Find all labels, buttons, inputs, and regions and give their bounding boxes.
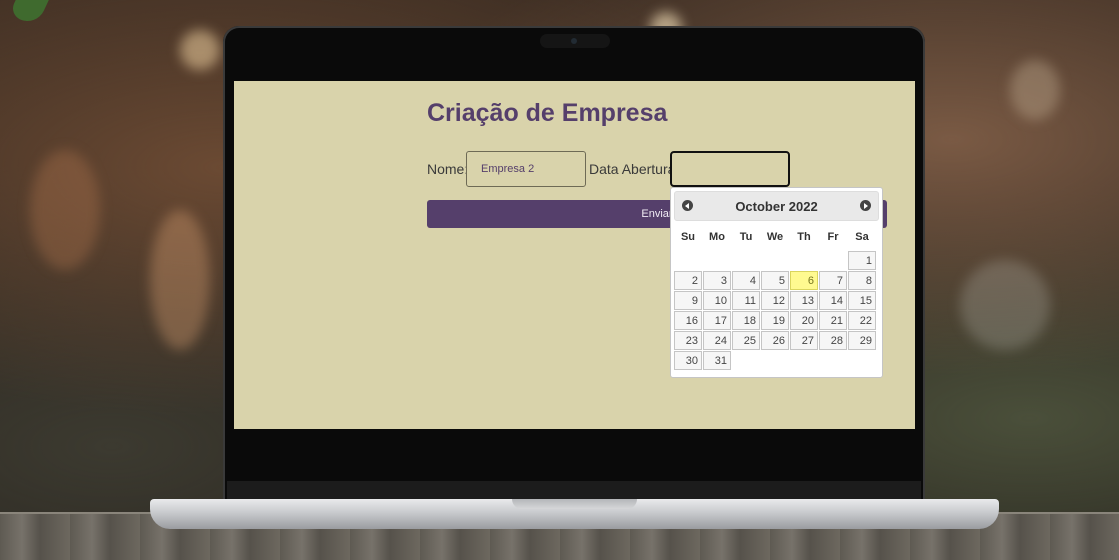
app-screen: Criação de Empresa Nome: Data Abertura: … [234, 81, 915, 429]
calendar-day-9[interactable]: 9 [674, 291, 702, 310]
data-abertura-input[interactable] [670, 151, 790, 187]
nome-label: Nome: [427, 161, 469, 177]
calendar-day-7[interactable]: 7 [819, 271, 847, 290]
calendar-day-10[interactable]: 10 [703, 291, 731, 310]
calendar-day-30[interactable]: 30 [674, 351, 702, 370]
datepicker-popup: October 2022 Su Mo Tu We Th Fr Sa 1 2 3 4 5 6 7 8 9 10 11… [670, 187, 883, 378]
calendar-blank-cell [674, 251, 702, 270]
calendar-day-29[interactable]: 29 [848, 331, 876, 350]
data-abertura-label: Data Abertura: [589, 161, 680, 177]
nome-input[interactable] [466, 151, 586, 187]
calendar-day-26[interactable]: 26 [761, 331, 789, 350]
laptop-chin [227, 481, 921, 499]
weekday-header: Fr [827, 231, 839, 243]
camera-notch [540, 34, 610, 48]
weekday-header: Th [797, 231, 811, 243]
calendar-day-23[interactable]: 23 [674, 331, 702, 350]
calendar-day-21[interactable]: 21 [819, 311, 847, 330]
calendar-day-28[interactable]: 28 [819, 331, 847, 350]
weekday-header: Sa [855, 231, 869, 243]
calendar-day-8[interactable]: 8 [848, 271, 876, 290]
calendar-day-15[interactable]: 15 [848, 291, 876, 310]
calendar-blank-cell [819, 251, 847, 270]
calendar-day-5[interactable]: 5 [761, 271, 789, 290]
datepicker-header: October 2022 [674, 191, 879, 221]
plant-leaf [9, 0, 49, 27]
calendar-day-11[interactable]: 11 [732, 291, 760, 310]
calendar-day-2[interactable]: 2 [674, 271, 702, 290]
calendar-day-24[interactable]: 24 [703, 331, 731, 350]
calendar-day-17[interactable]: 17 [703, 311, 731, 330]
calendar-day-19[interactable]: 19 [761, 311, 789, 330]
calendar-day-6[interactable]: 6 [790, 271, 818, 290]
calendar-blank-cell [790, 251, 818, 270]
calendar-day-31[interactable]: 31 [703, 351, 731, 370]
datepicker-month-title: October 2022 [735, 199, 818, 214]
calendar-day-3[interactable]: 3 [703, 271, 731, 290]
calendar-day-20[interactable]: 20 [790, 311, 818, 330]
calendar-blank-cell [732, 251, 760, 270]
calendar-day-14[interactable]: 14 [819, 291, 847, 310]
calendar-day-27[interactable]: 27 [790, 331, 818, 350]
calendar-day-18[interactable]: 18 [732, 311, 760, 330]
calendar-day-22[interactable]: 22 [848, 311, 876, 330]
weekday-header: Tu [739, 231, 753, 243]
calendar-day-25[interactable]: 25 [732, 331, 760, 350]
calendar-blank-cell [761, 251, 789, 270]
laptop-opening-notch [512, 499, 637, 509]
weekday-header: Su [680, 231, 696, 243]
calendar-day-16[interactable]: 16 [674, 311, 702, 330]
calendar-day-13[interactable]: 13 [790, 291, 818, 310]
circle-triangle-east-icon[interactable] [860, 200, 871, 211]
calendar-day-12[interactable]: 12 [761, 291, 789, 310]
bokeh-light [30, 150, 100, 270]
bokeh-light [960, 260, 1050, 350]
calendar-day-4[interactable]: 4 [732, 271, 760, 290]
calendar-blank-cell [703, 251, 731, 270]
bokeh-light [180, 30, 220, 70]
weekday-header: We [766, 231, 784, 243]
calendar-day-1[interactable]: 1 [848, 251, 876, 270]
bokeh-light [150, 210, 210, 350]
datepicker-calendar-grid: Su Mo Tu We Th Fr Sa 1 2 3 4 5 6 7 8 9 10 11 12 13 14 15 16 17 1… [674, 224, 879, 370]
page-title: Criação de Empresa [427, 99, 668, 127]
bokeh-light [1010, 60, 1060, 120]
weekday-header: Mo [709, 231, 725, 243]
